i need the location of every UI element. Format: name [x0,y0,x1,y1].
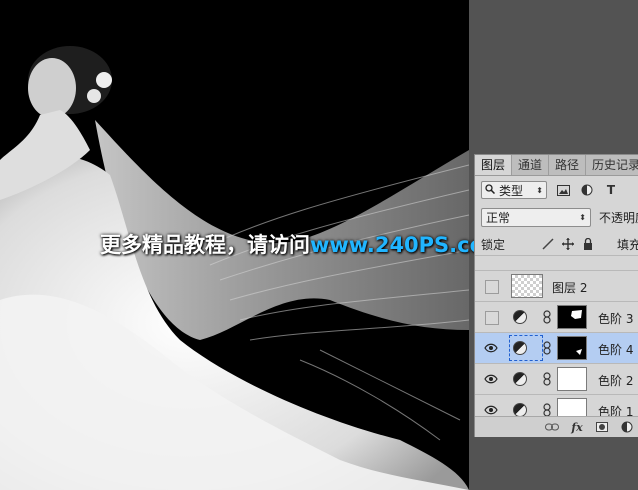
layers-panel: 图层 通道 路径 历史记录 类型 ⬍ T 正常 ⬍ 不透明度 锁定 [474,154,638,437]
blend-row: 正常 ⬍ 不透明度 [481,207,638,227]
search-icon [485,183,496,197]
layer-row[interactable]: 色阶 2 [475,363,638,394]
fx-icon[interactable]: fx [569,419,585,435]
layer-name[interactable]: 色阶 3 [598,310,633,327]
levels-adjustment-icon [513,403,527,417]
layer-name[interactable]: 色阶 2 [598,372,633,389]
filter-type-select[interactable]: 类型 ⬍ [481,181,547,199]
chevron-updown-icon: ⬍ [579,212,586,222]
image-filter-icon[interactable] [555,182,571,198]
blend-mode-select[interactable]: 正常 ⬍ [481,207,591,227]
adjustment-filter-icon[interactable] [579,182,595,198]
levels-adjustment-icon [513,372,527,386]
visibility-toggle-off[interactable] [485,280,499,294]
fill-label: 填充 [616,237,638,252]
layer-name[interactable]: 图层 2 [552,279,587,296]
layer-name[interactable]: 色阶 4 [598,341,633,358]
opacity-label: 不透明度 [599,210,638,225]
visibility-toggle-off[interactable] [485,311,499,325]
chain-link-icon[interactable] [542,340,552,356]
watermark: 更多精品教程，请访问www.240PS.com [100,230,506,260]
chevron-updown-icon: ⬍ [536,185,543,195]
panel-tabs: 图层 通道 路径 历史记录 [475,155,638,176]
chain-link-icon[interactable] [542,309,552,325]
tab-layers[interactable]: 图层 [475,155,513,175]
levels-adjustment-icon [513,310,527,324]
new-adjustment-icon[interactable] [619,419,635,435]
layer-mask-thumbnail[interactable] [557,305,587,329]
lock-pixels-icon[interactable] [541,237,555,251]
eye-icon[interactable] [484,341,498,355]
lock-label: 锁定 [481,237,506,252]
layer-mask-thumbnail[interactable] [557,336,587,360]
panel-footer: fx [475,416,638,437]
layer-row-selected[interactable]: 色阶 4 [475,332,638,363]
levels-adjustment-icon [513,341,527,355]
add-mask-icon[interactable] [594,419,610,435]
chain-link-icon[interactable] [542,371,552,387]
layer-thumbnail [511,274,543,298]
lock-position-icon[interactable] [561,237,575,251]
lock-row: 锁定 填充 [481,235,638,253]
layer-row[interactable]: 图层 2 [475,270,638,301]
lock-all-icon[interactable] [581,237,595,251]
layer-row[interactable]: 色阶 3 [475,301,638,332]
eye-icon[interactable] [484,403,498,417]
watermark-text: 更多精品教程，请访问 [100,233,310,257]
link-layers-icon[interactable] [544,419,560,435]
eye-icon[interactable] [484,372,498,386]
blend-mode-value: 正常 [486,210,511,225]
tab-paths[interactable]: 路径 [549,155,587,175]
tab-channels[interactable]: 通道 [512,155,550,175]
filter-type-label: 类型 [499,183,524,198]
layers-list: 图层 2 色阶 3 色阶 4 色阶 2 色阶 1 [475,255,638,425]
layer-mask-thumbnail[interactable] [557,367,587,391]
tab-history[interactable]: 历史记录 [586,155,638,175]
type-filter-icon[interactable]: T [603,182,619,198]
layer-row-partial[interactable] [475,255,638,270]
filter-row: 类型 ⬍ T [481,180,619,200]
